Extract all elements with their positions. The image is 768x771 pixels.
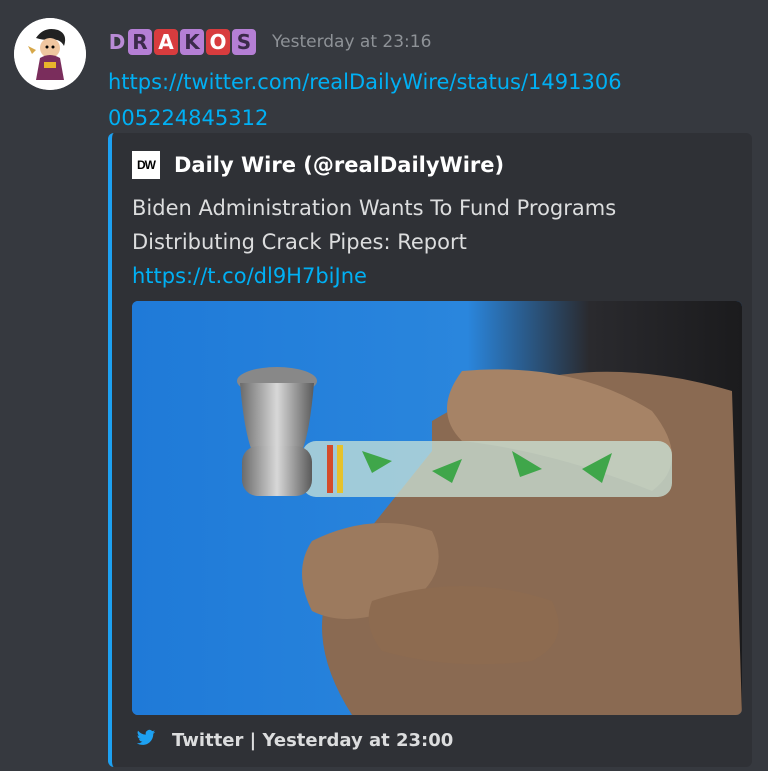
embed-footer: Twitter | Yesterday at 23:00 (136, 729, 453, 751)
message-link[interactable]: https://twitter.com/realDailyWire/status… (108, 64, 628, 136)
embed-description: Biden Administration Wants To Fund Progr… (132, 191, 692, 293)
username-letter: R (128, 29, 152, 55)
username-letter: A (154, 29, 178, 55)
embed-footer-text: Twitter | Yesterday at 23:00 (172, 729, 454, 751)
embed-image[interactable] (132, 301, 742, 715)
avatar-image (14, 18, 86, 90)
message-timestamp: Yesterday at 23:16 (272, 32, 432, 52)
user-avatar[interactable] (14, 18, 86, 90)
pipe-photo (132, 301, 742, 715)
embed-description-link[interactable]: https://t.co/dl9H7biJne (132, 264, 367, 288)
username[interactable]: D R A K O S (108, 29, 258, 55)
message-header: D R A K O S Yesterday at 23:16 (108, 26, 431, 58)
embed-description-text: Biden Administration Wants To Fund Progr… (132, 196, 617, 254)
daily-wire-logo-icon: DW (132, 151, 160, 179)
embed-author-name[interactable]: Daily Wire (@realDailyWire) (174, 153, 504, 177)
embed-author[interactable]: DW Daily Wire (@realDailyWire) (132, 151, 504, 179)
twitter-embed: DW Daily Wire (@realDailyWire) Biden Adm… (108, 133, 752, 767)
twitter-bird-icon (136, 729, 156, 751)
username-letter: K (180, 29, 204, 55)
username-letter: D (108, 30, 126, 54)
username-letter: S (232, 29, 256, 55)
username-letter: O (206, 29, 230, 55)
